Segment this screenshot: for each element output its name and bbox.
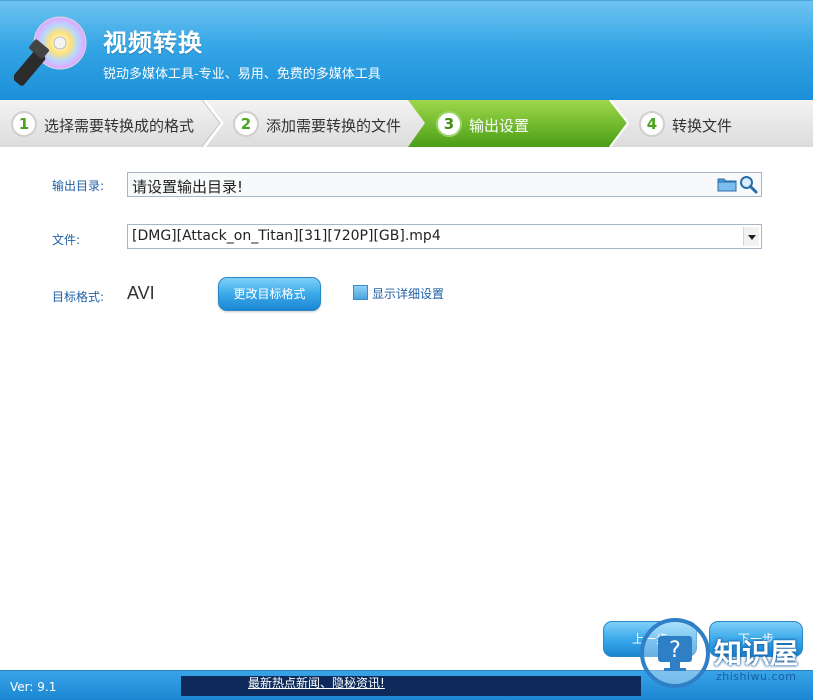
app-subtitle: 锐动多媒体工具-专业、易用、免费的多媒体工具 bbox=[103, 67, 381, 82]
step-bar: 1 选择需要转换成的格式 2 添加需要转换的文件 3 输出设置 4 转换文件 bbox=[0, 100, 813, 147]
folder-icon[interactable] bbox=[717, 176, 737, 192]
step-2[interactable]: 2 添加需要转换的文件 bbox=[222, 100, 412, 147]
show-details-label[interactable]: 显示详细设置 bbox=[372, 285, 444, 302]
step-4[interactable]: 4 转换文件 bbox=[628, 100, 813, 147]
show-details-checkbox[interactable] bbox=[353, 285, 368, 300]
step-label: 输出设置 bbox=[469, 117, 530, 135]
file-label: 文件: bbox=[52, 233, 81, 247]
file-select-value: [DMG][Attack_on_Titan][31][720P][GB].mp4 bbox=[132, 228, 441, 244]
version-label: Ver: 9.1 bbox=[10, 680, 57, 694]
target-format-label: 目标格式: bbox=[52, 290, 105, 304]
target-format-value: AVI bbox=[127, 283, 155, 303]
step-1[interactable]: 1 选择需要转换成的格式 bbox=[0, 100, 205, 147]
news-link[interactable]: 最新热点新闻、隐秘资讯! bbox=[248, 674, 385, 691]
watermark: ? 知识屋 zhishiwu.com bbox=[634, 612, 813, 700]
file-select[interactable]: [DMG][Attack_on_Titan][31][720P][GB].mp4 bbox=[127, 224, 762, 249]
change-format-button[interactable]: 更改目标格式 bbox=[218, 277, 321, 311]
step-number: 1 bbox=[11, 111, 37, 137]
step-label: 添加需要转换的文件 bbox=[266, 117, 402, 135]
step-number: 4 bbox=[639, 111, 665, 137]
step-number: 2 bbox=[233, 111, 259, 137]
step-number: 3 bbox=[436, 111, 462, 137]
search-icon[interactable] bbox=[739, 175, 758, 194]
output-dir-label: 输出目录: bbox=[52, 179, 105, 193]
app-header: 视频转换 锐动多媒体工具-专业、易用、免费的多媒体工具 bbox=[0, 0, 813, 100]
step-label: 选择需要转换成的格式 bbox=[44, 117, 195, 135]
app-logo-icon bbox=[14, 16, 87, 86]
help-icon: ? bbox=[640, 618, 710, 688]
watermark-url: zhishiwu.com bbox=[716, 670, 797, 683]
dropdown-arrow-icon[interactable] bbox=[743, 227, 759, 246]
watermark-text: 知识屋 bbox=[714, 637, 799, 670]
step-label: 转换文件 bbox=[672, 117, 733, 135]
app-title: 视频转换 bbox=[103, 29, 203, 57]
step-3[interactable]: 3 输出设置 bbox=[425, 100, 610, 147]
svg-text:?: ? bbox=[669, 638, 681, 663]
output-dir-input[interactable]: 请设置输出目录! bbox=[127, 172, 762, 197]
